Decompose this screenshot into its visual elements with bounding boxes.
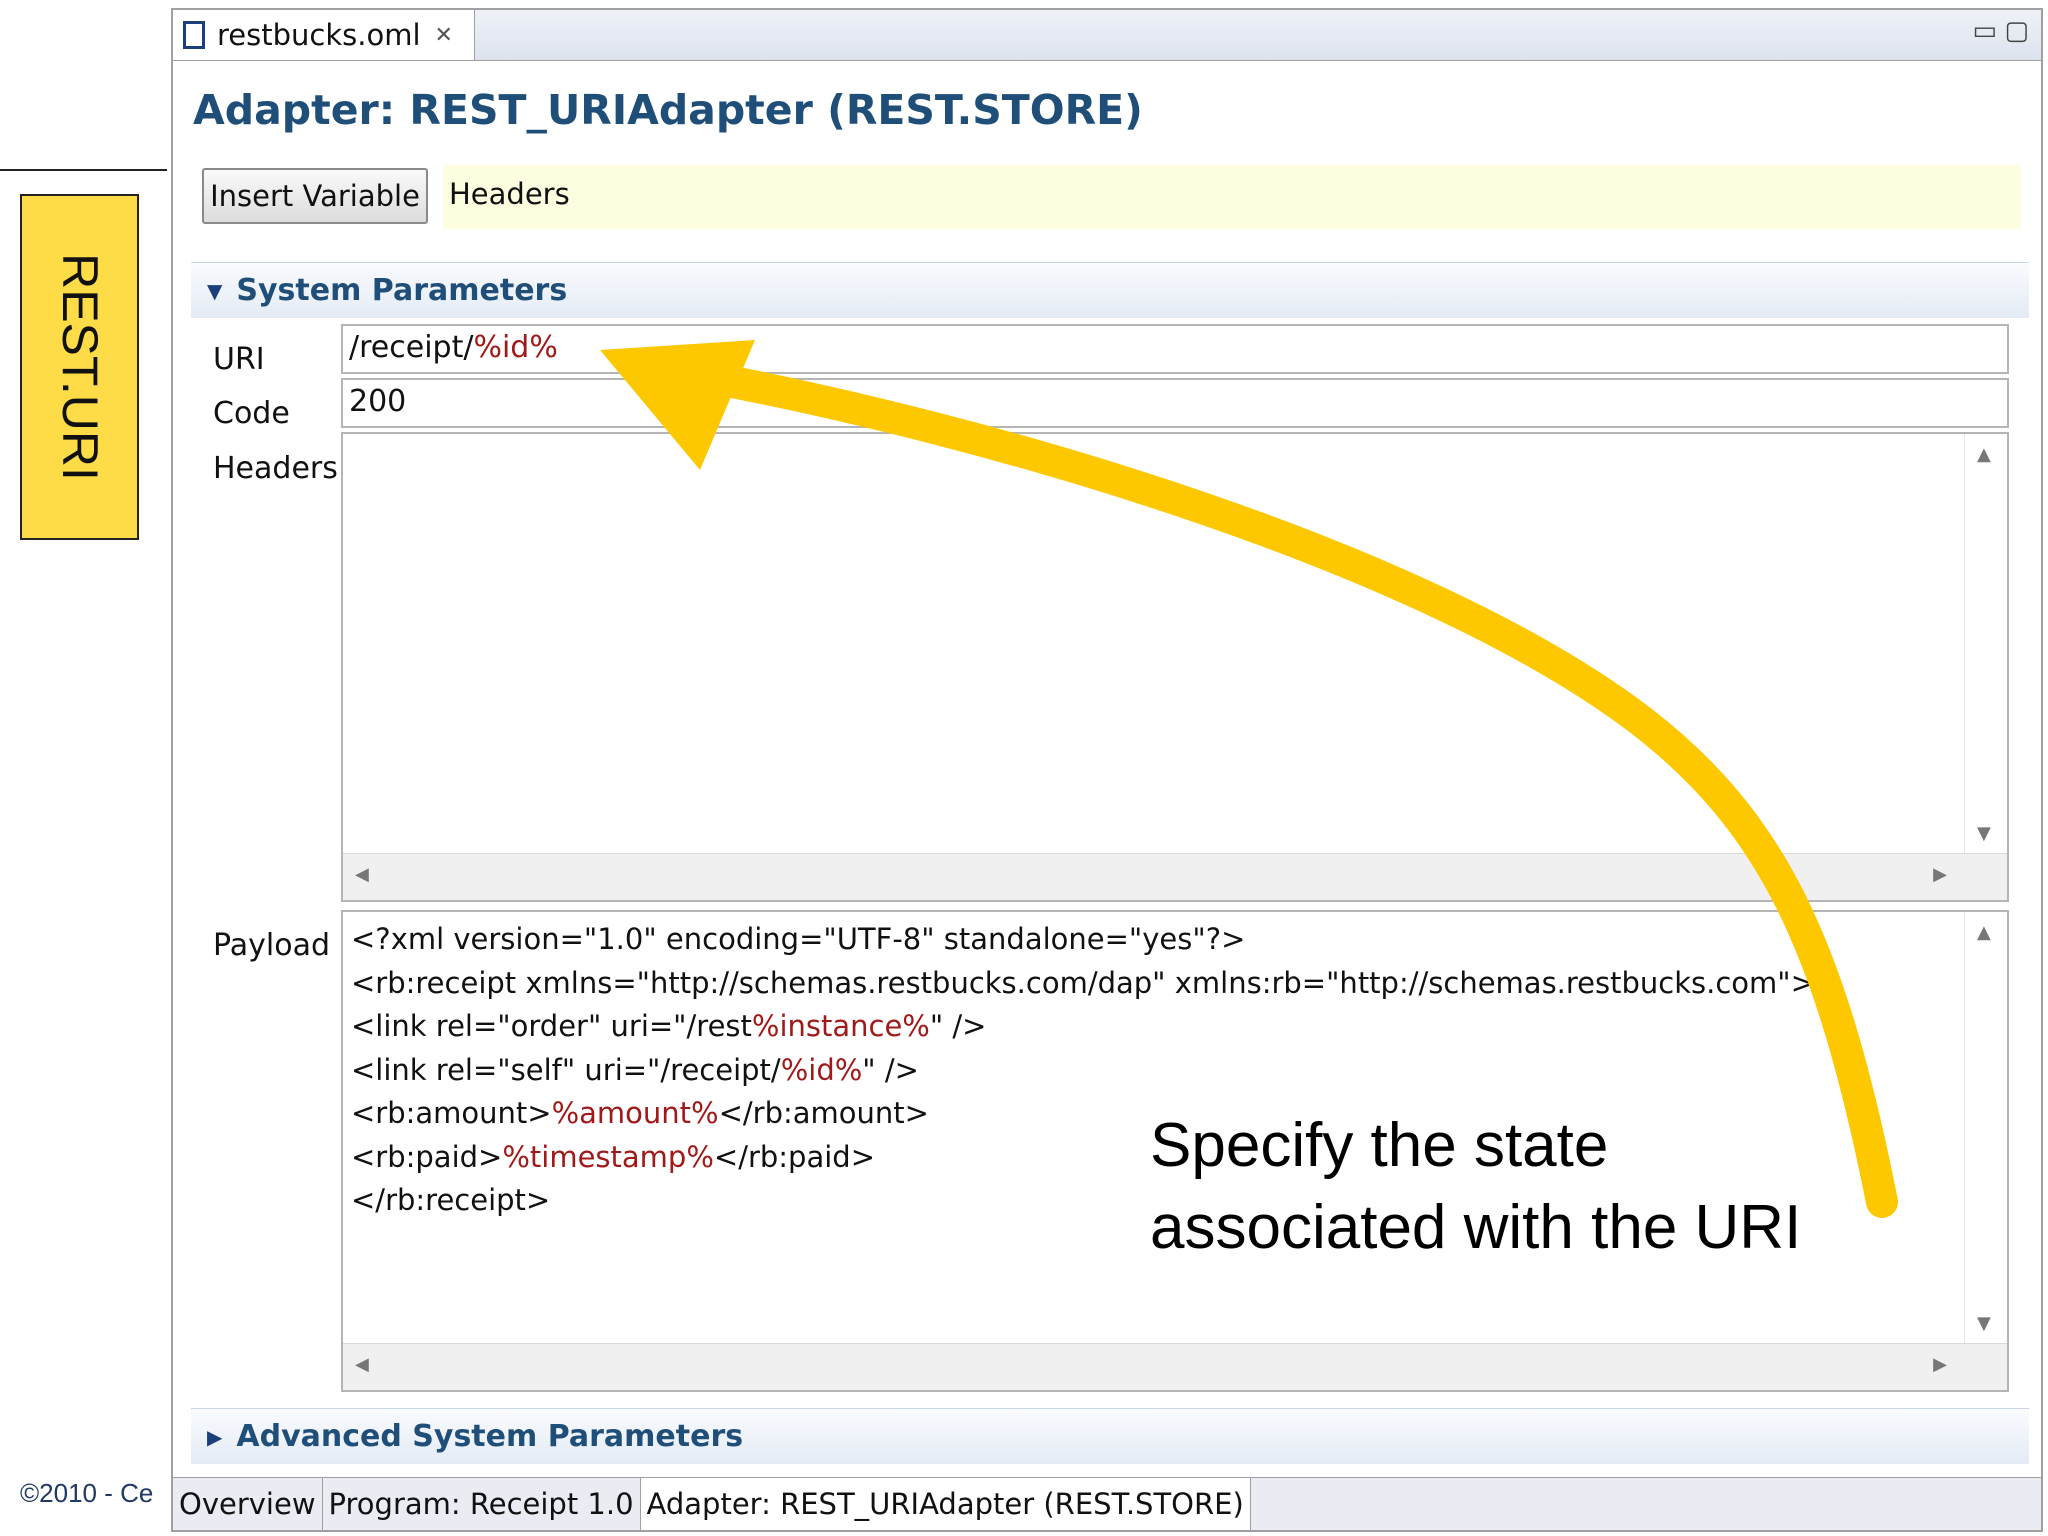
payload-text: <rb:amount> (351, 1096, 552, 1130)
callout-line: associated with the URI (1150, 1193, 1802, 1262)
payload-text: " /> (862, 1052, 919, 1087)
insert-variable-button[interactable]: Insert Variable (202, 168, 428, 224)
tab-program-receipt[interactable]: Program: Receipt 1.0 (323, 1478, 641, 1530)
payload-vertical-scrollbar[interactable]: ▲ ▼ (1964, 912, 2007, 1344)
scroll-down-icon[interactable]: ▼ (1977, 1313, 1991, 1334)
code-label: Code (213, 396, 290, 431)
document-icon (183, 21, 205, 49)
headers-horizontal-scrollbar[interactable]: ◀ ▶ (343, 853, 2007, 900)
payload-text: <link rel="self" uri="/receipt/ (351, 1052, 781, 1087)
slide-divider-line (0, 169, 167, 171)
editor-tab-label: restbucks.oml (217, 18, 421, 52)
scroll-right-icon[interactable]: ▶ (1933, 864, 1947, 885)
form-title: Adapter: REST_URIAdapter (REST.STORE) (193, 86, 1143, 134)
callout-text: Specify the state associated with the UR… (1150, 1105, 1801, 1269)
uri-label: URI (213, 342, 265, 377)
payload-text: </rb:paid> (713, 1139, 876, 1174)
system-parameters-label: System Parameters (236, 273, 568, 308)
payload-line: <link rel="self" uri="/receipt/%id%" /> (351, 1049, 1957, 1093)
payload-line: <rb:receipt xmlns="http://schemas.restbu… (351, 965, 1815, 1000)
payload-line: <link rel="order" uri="/rest%instance%" … (351, 1005, 1957, 1049)
headers-vertical-scrollbar[interactable]: ▲ ▼ (1964, 434, 2007, 854)
editor-tab-restbucks[interactable]: restbucks.oml ✕ (173, 10, 475, 60)
scroll-up-icon[interactable]: ▲ (1977, 922, 1991, 943)
uri-value-text: /receipt/ (349, 330, 474, 365)
payload-variable: %amount% (551, 1096, 719, 1130)
close-icon[interactable]: ✕ (435, 23, 453, 48)
code-field[interactable]: 200 (341, 378, 2009, 428)
callout-line: Specify the state (1150, 1111, 1609, 1180)
scroll-left-icon[interactable]: ◀ (355, 1354, 369, 1375)
payload-text: " /> (929, 1009, 987, 1043)
advanced-system-parameters-label: Advanced System Parameters (236, 1419, 744, 1454)
tab-adapter[interactable]: Adapter: REST_URIAdapter (REST.STORE) (640, 1478, 1251, 1530)
tab-overview[interactable]: Overview (173, 1478, 323, 1530)
scroll-right-icon[interactable]: ▶ (1933, 1354, 1947, 1375)
side-label-text: REST.URI (51, 253, 108, 481)
scroll-down-icon[interactable]: ▼ (1977, 823, 1991, 844)
maximize-icon[interactable]: ▢ (2004, 16, 2029, 46)
editor-window: restbucks.oml ✕ ▭ ▢ Adapter: REST_URIAda… (171, 8, 2043, 1532)
copyright-text: ©2010 - Ce (20, 1478, 154, 1508)
minimize-icon[interactable]: ▭ (1972, 16, 1997, 46)
editor-tab-strip: restbucks.oml ✕ ▭ ▢ (173, 10, 2041, 61)
payload-variable: %timestamp% (502, 1139, 714, 1174)
payload-label: Payload (213, 928, 330, 963)
headers-hint-bar: Headers (443, 165, 2021, 229)
collapsed-twisty-icon[interactable]: ▶ (207, 1425, 222, 1449)
scroll-up-icon[interactable]: ▲ (1977, 444, 1991, 465)
side-label-box: REST.URI (20, 194, 139, 540)
expanded-twisty-icon[interactable]: ▼ (207, 279, 222, 303)
payload-variable: %instance% (751, 1009, 930, 1043)
payload-text: <rb:paid> (351, 1139, 503, 1174)
headers-label: Headers (213, 451, 338, 486)
advanced-system-parameters-section[interactable]: ▶ Advanced System Parameters (191, 1408, 2029, 1464)
payload-variable: %id% (780, 1052, 863, 1087)
payload-text: <link rel="order" uri="/rest (351, 1009, 752, 1043)
scroll-left-icon[interactable]: ◀ (355, 864, 369, 885)
headers-textarea[interactable]: ▲ ▼ ◀ ▶ (341, 432, 2009, 902)
uri-field[interactable]: /receipt/%id% (341, 324, 2009, 374)
uri-value-variable: %id% (473, 330, 558, 365)
payload-line: <?xml version="1.0" encoding="UTF-8" sta… (351, 922, 1246, 956)
payload-horizontal-scrollbar[interactable]: ◀ ▶ (343, 1343, 2007, 1390)
system-parameters-section[interactable]: ▼ System Parameters (191, 262, 2029, 318)
payload-text: </rb:amount> (718, 1096, 929, 1130)
page-tabs: Overview Program: Receipt 1.0 Adapter: R… (173, 1477, 2041, 1530)
